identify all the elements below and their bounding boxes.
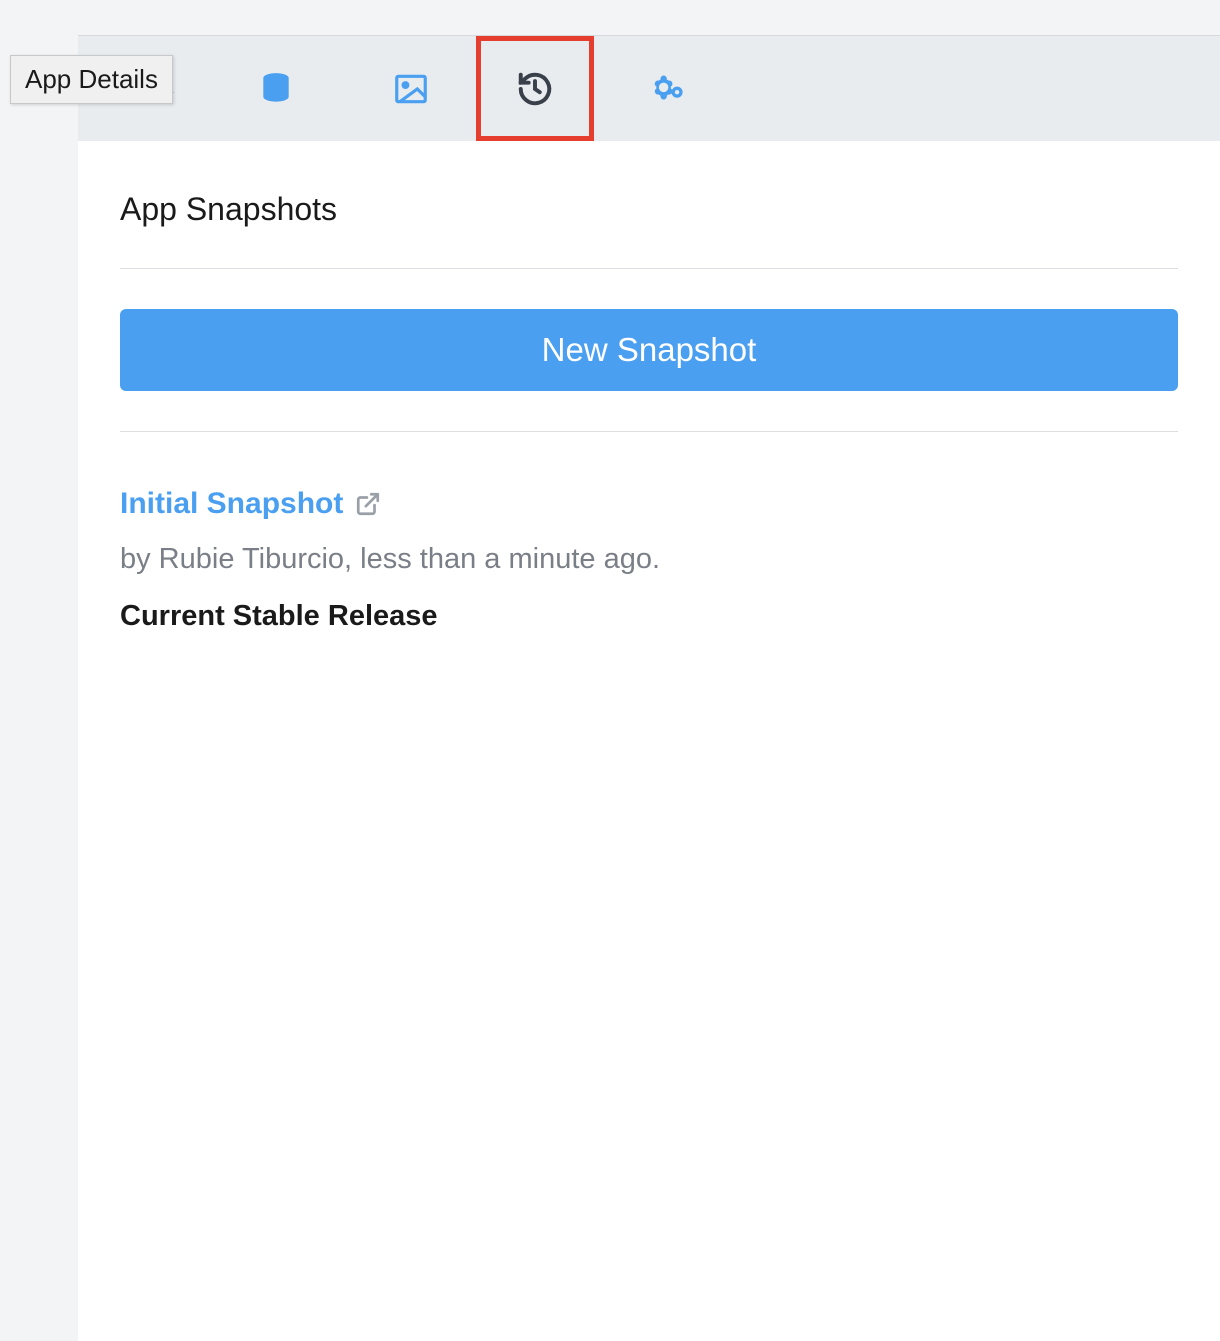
sidebar-strip	[0, 0, 78, 1341]
app-details-tooltip: App Details	[10, 55, 173, 104]
tab-database[interactable]	[208, 36, 343, 141]
snapshot-link[interactable]: Initial Snapshot	[120, 487, 343, 521]
main-panel: App Snapshots New Snapshot Initial Snaps…	[78, 35, 1220, 1341]
snapshot-meta: by Rubie Tiburcio, less than a minute ag…	[120, 543, 1178, 576]
new-snapshot-button[interactable]: New Snapshot	[120, 309, 1178, 391]
tab-media[interactable]	[343, 36, 478, 141]
divider	[120, 431, 1178, 432]
tab-snapshots[interactable]	[476, 36, 594, 141]
content-area: App Snapshots New Snapshot Initial Snaps…	[78, 141, 1220, 633]
image-icon	[392, 70, 430, 108]
snapshot-title-row: Initial Snapshot	[120, 487, 1178, 521]
database-icon	[257, 70, 295, 108]
tab-bar	[78, 36, 1220, 141]
page-title: App Snapshots	[120, 191, 1178, 228]
external-link-icon[interactable]	[355, 491, 381, 517]
settings-icon	[647, 70, 685, 108]
snapshot-status: Current Stable Release	[120, 600, 1178, 633]
divider	[120, 268, 1178, 269]
history-icon	[516, 70, 554, 108]
tab-settings[interactable]	[598, 36, 733, 141]
snapshot-entry: Initial Snapshot by Rubie Tiburcio, less…	[120, 487, 1178, 633]
tooltip-text: App Details	[25, 64, 158, 94]
